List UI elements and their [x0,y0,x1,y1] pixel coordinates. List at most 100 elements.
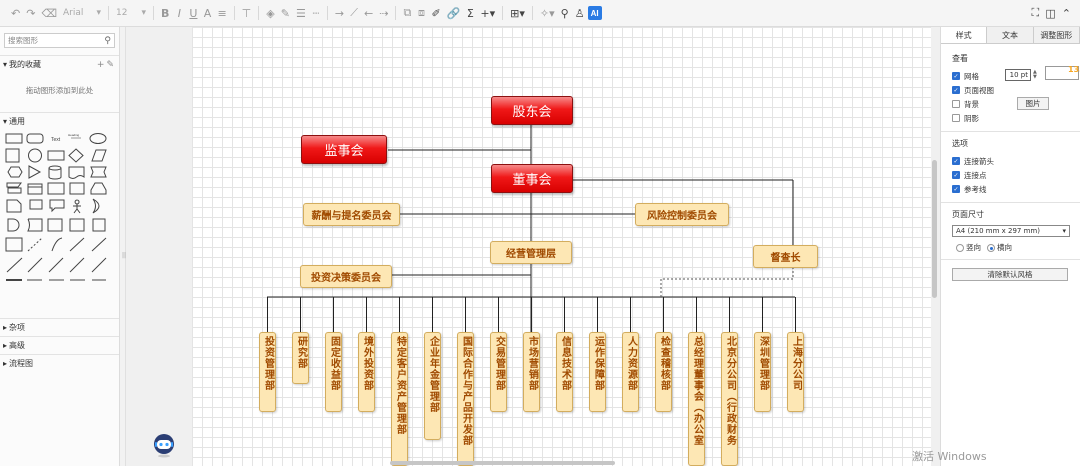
line-start-icon[interactable]: ← [361,3,376,23]
document-shape[interactable] [68,166,85,179]
shadow-option[interactable]: 阴影 [952,111,1080,125]
fill-color-icon[interactable]: ◈ [263,3,277,23]
parallelogram-shape[interactable] [91,149,107,162]
node-department[interactable]: 运作保障部 [589,332,606,412]
line-style-icon[interactable]: ┈ [309,3,323,23]
line-width-icon[interactable]: ☰ [293,3,309,23]
ai-assistant-button[interactable]: AI [587,6,602,20]
node-department[interactable]: 投资管理部 [259,332,276,412]
node-department[interactable]: 人力资源部 [622,332,639,412]
line-shape[interactable] [6,257,23,273]
actor-shape[interactable] [73,199,81,214]
assistant-robot-icon[interactable] [152,432,176,458]
tab-style[interactable]: 样式 [941,27,988,43]
node-department[interactable]: 交易管理部 [490,332,507,412]
node-department[interactable]: 固定收益部 [325,332,342,412]
node-department[interactable]: 企业年金管理部 [424,332,441,440]
theme-icon[interactable]: ✧▾ [537,3,558,23]
horizontal-scrollbar[interactable] [390,461,615,465]
node-supervisors[interactable]: 监事会 [301,135,387,164]
connection-points-checkbox[interactable]: ✓ [952,171,960,179]
rounded-rectangle-shape[interactable] [26,133,44,144]
shirt-icon[interactable]: ♙ [572,3,588,23]
link-icon[interactable]: 🔗 [444,3,464,23]
edit-icon[interactable]: ✎ [106,60,116,70]
to-front-icon[interactable]: ⧉ [400,3,414,23]
dashed-line-shape[interactable] [27,237,43,252]
line-inspector-audit[interactable] [660,267,794,297]
insert-icon[interactable]: +▾ [477,3,498,23]
page-view-checkbox[interactable]: ✓ [952,86,960,94]
delay-shape[interactable] [7,218,20,232]
font-color-icon[interactable]: A [200,3,214,23]
card-shape[interactable] [6,199,22,213]
triangle-shape[interactable] [28,165,42,179]
hexagon-shape[interactable] [7,166,23,178]
collapse-icon[interactable]: ⌃ [1059,3,1074,23]
format-panel-icon[interactable]: ◫ [1042,3,1058,23]
search-input[interactable]: 搜索图形 ⚲ [4,33,115,48]
section-misc[interactable]: ▸ 杂项 [0,318,119,336]
guides-option[interactable]: ✓ 参考线 [952,182,1080,196]
grid-size-input[interactable]: 10 pt [1005,69,1031,81]
list-shape[interactable] [5,237,23,252]
diagram-page[interactable]: 股东会 监事会 董事会 薪酬与提名委员会 风险控制委员会 经营管理层 督查长 投… [192,27,931,466]
moon-shape[interactable] [92,198,100,214]
node-department[interactable]: 上海分公司 [787,332,804,412]
connection-arrows-option[interactable]: ✓ 连接箭头 [952,154,1080,168]
redo-icon[interactable]: ↷ [23,3,38,23]
node-invest-committee[interactable]: 投资决策委员会 [300,265,392,288]
guides-checkbox[interactable]: ✓ [952,185,960,193]
node-department[interactable]: 北京分公司（行政财务 [721,332,738,466]
circle-shape[interactable] [28,148,42,163]
table-icon[interactable]: ⊞▾ [507,3,528,23]
stepper-icon[interactable]: ▲ ▼ [1033,70,1037,80]
landscape-radio[interactable] [987,244,995,252]
container-shape[interactable] [27,183,43,195]
bidirectional-arrow-shape[interactable] [69,237,85,252]
node-management[interactable]: 经营管理层 [490,241,572,264]
formula-icon[interactable]: Σ [463,3,477,23]
vertical-scrollbar[interactable] [932,160,937,298]
format-painter-icon[interactable]: ⌫ [38,3,60,23]
search-icon[interactable]: ⚲ [104,36,111,46]
speech-bubble-shape[interactable] [49,199,65,213]
section-general[interactable]: ▾ 通用 [0,112,119,130]
connection-points-option[interactable]: ✓ 连接点 [952,168,1080,182]
underline-icon[interactable]: U [186,3,200,23]
node-department[interactable]: 境外投资部 [358,332,375,412]
undo-icon[interactable]: ↶ [8,3,23,23]
node-board[interactable]: 董事会 [491,164,573,193]
arrow-line-shape[interactable] [48,257,64,273]
node-comp-committee[interactable]: 薪酬与提名委员会 [303,203,400,226]
background-option[interactable]: 背景 图片 [952,97,1080,111]
node-department[interactable]: 特定客户资产管理部 [391,332,408,466]
frame-shape[interactable] [47,182,65,195]
page-size-select[interactable]: A4 (210 mm x 297 mm) ▾ [952,225,1070,237]
node-risk-committee[interactable]: 风险控制委员会 [635,203,729,226]
callout-shape[interactable] [29,199,43,210]
arrow-line-shape-2[interactable] [69,257,85,273]
canvas-area[interactable]: 股东会 监事会 董事会 薪酬与提名委员会 风险控制委员会 经营管理层 督查长 投… [126,27,940,466]
node-department[interactable]: 总经理董事会（办公室 [688,332,705,466]
node-shareholders[interactable]: 股东会 [491,96,573,125]
portrait-option[interactable]: 竖向 [956,242,981,253]
square-shape[interactable] [5,148,20,163]
section-favorites[interactable]: ▾ 我的收藏 +✎ [0,55,119,73]
section-advanced[interactable]: ▸ 高级 [0,336,119,354]
curve-shape[interactable] [51,237,63,252]
table-shape[interactable] [69,218,85,232]
stored-data-shape[interactable] [27,218,43,232]
grid-color-swatch[interactable]: 135 [1045,65,1080,80]
cylinder-shape[interactable] [48,165,62,180]
reset-style-button[interactable]: 清除默认风格 [952,268,1068,281]
connector-icon[interactable]: → [332,3,347,23]
line-shape-2[interactable] [27,257,43,273]
font-size-select[interactable]: 12 ▾ [113,5,149,21]
cube-shape[interactable] [6,182,22,194]
note-shape[interactable] [69,182,85,195]
tab-arrange[interactable]: 调整图形 [1033,27,1080,43]
arrow-line-shape-3[interactable] [91,257,107,273]
trapezoid-shape[interactable] [90,182,107,195]
portrait-radio[interactable] [956,244,964,252]
